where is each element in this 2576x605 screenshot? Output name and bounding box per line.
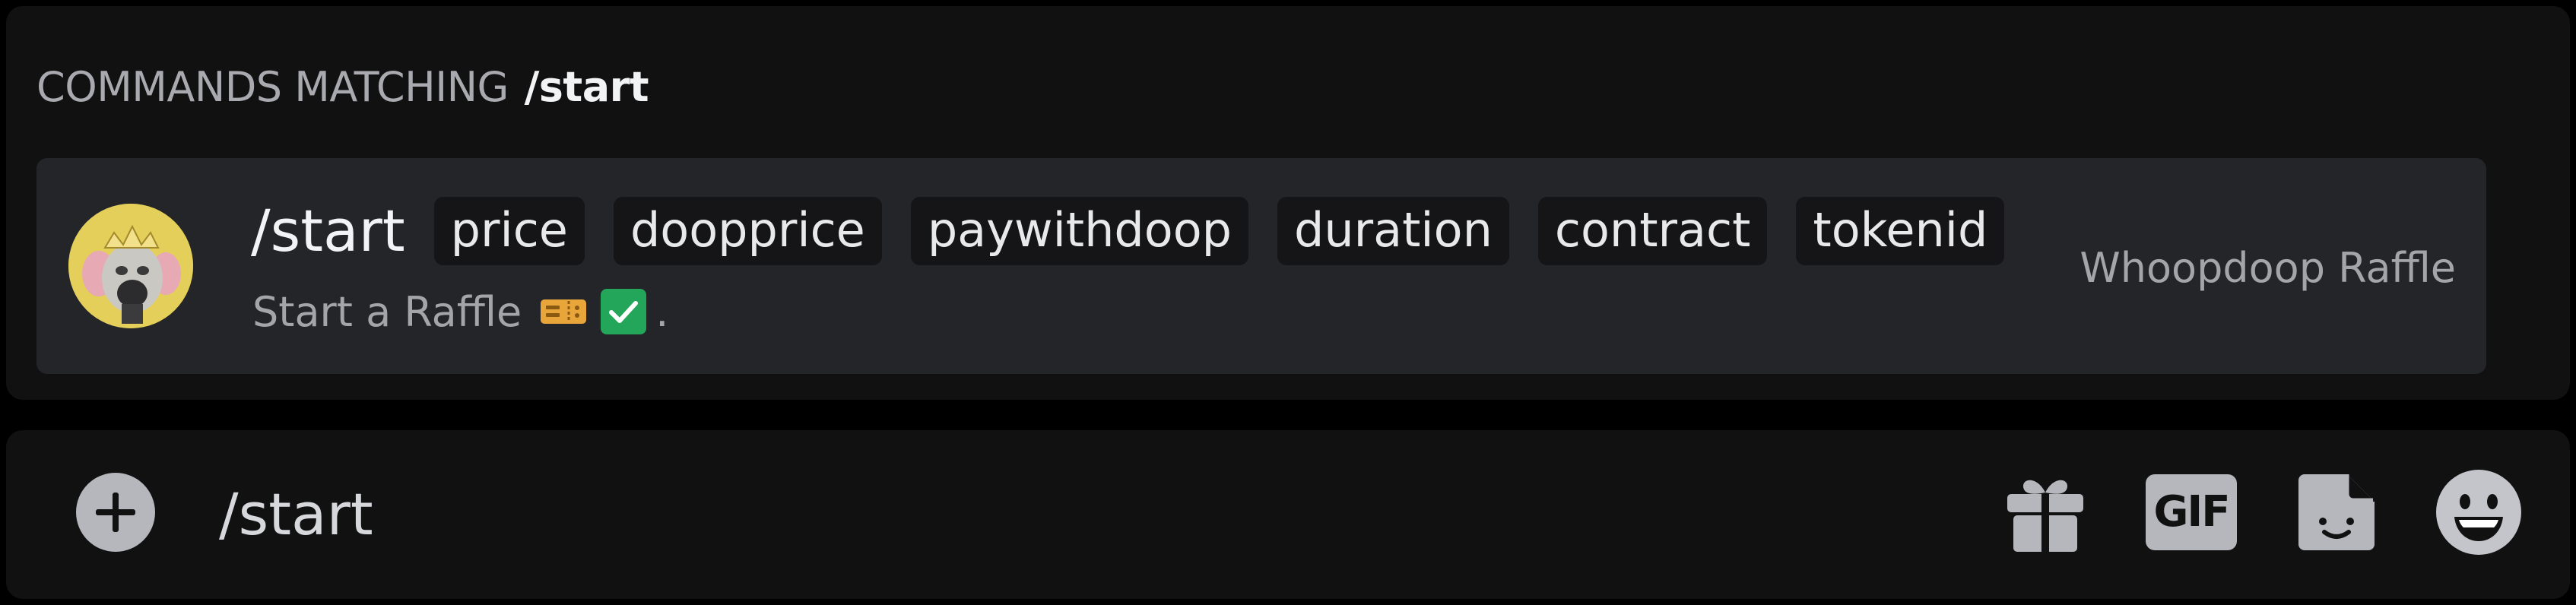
ticket-emoji-icon [541, 299, 587, 324]
gift-button[interactable] [1998, 465, 2092, 559]
command-signature: /start price doopprice paywithdoop durat… [251, 195, 2005, 268]
command-name: /start [251, 197, 405, 264]
command-autocomplete-panel: COMMANDS MATCHING /start /start price do… [6, 6, 2570, 400]
header-label: COMMANDS MATCHING [36, 63, 509, 111]
bot-avatar [68, 204, 193, 328]
option-doopprice: doopprice [613, 197, 882, 265]
smiley-face-icon [2436, 470, 2521, 555]
sticker-icon [2298, 474, 2375, 550]
message-input[interactable] [219, 473, 1968, 555]
autocomplete-header: COMMANDS MATCHING /start [36, 61, 649, 114]
plus-circle-icon [76, 473, 155, 552]
sticker-button[interactable] [2290, 465, 2384, 559]
gif-icon: GIF [2146, 474, 2237, 550]
gif-button[interactable]: GIF [2144, 465, 2238, 559]
option-paywithdoop: paywithdoop [910, 197, 1248, 265]
command-suggestion-start[interactable]: /start price doopprice paywithdoop durat… [36, 158, 2486, 374]
option-contract: contract [1537, 197, 1768, 265]
command-description: Start a Raffle . [252, 281, 668, 342]
option-price: price [433, 197, 585, 265]
option-tokenid: tokenid [1796, 197, 2005, 265]
description-text: Start a Raffle [252, 287, 522, 336]
check-mark-emoji-icon [601, 289, 647, 334]
command-source-app: Whoopdoop Raffle [2080, 244, 2456, 292]
message-composer: GIF [6, 430, 2570, 599]
description-period: . [655, 287, 669, 336]
emoji-button[interactable] [2432, 465, 2526, 559]
upload-plus-button[interactable] [75, 471, 157, 553]
option-duration: duration [1277, 197, 1509, 265]
discord-command-ui: COMMANDS MATCHING /start /start price do… [0, 0, 2576, 605]
gift-icon [2007, 480, 2083, 552]
bot-avatar-image [68, 204, 193, 328]
header-query: /start [524, 63, 649, 111]
